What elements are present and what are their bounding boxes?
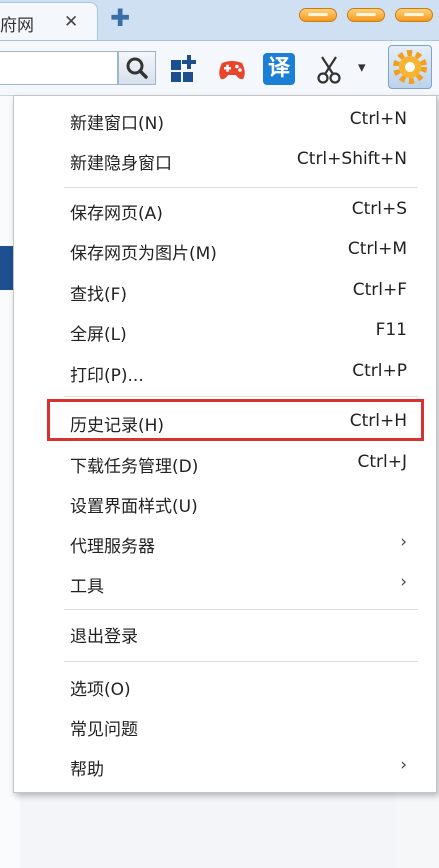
menu-item-fullscreen[interactable]: 全屏(L) F11 [70,315,407,347]
menu-item-print[interactable]: 打印(P)... Ctrl+P [70,356,407,388]
chevron-right-icon: › [400,755,407,775]
menu-item-label: 保存网页为图片(M) [70,244,217,264]
menu-item-label: 下载任务管理(D) [70,457,199,477]
menu-separator [64,187,418,188]
menu-separator [64,396,418,397]
chevron-right-icon: › [400,532,407,552]
address-bar[interactable] [0,51,118,85]
chevron-right-icon: › [400,572,407,592]
tab-strip: 府网 ✕ ✚ [0,0,439,41]
new-tab-icon[interactable]: ✚ [110,4,130,32]
settings-button[interactable] [388,45,432,89]
apps-plus-icon[interactable] [168,53,200,85]
menu-item-tools[interactable]: 工具 › [70,567,407,599]
menu-item-shortcut: Ctrl+Shift+N [296,149,407,169]
menu-item-label: 退出登录 [70,627,138,647]
menu-item-shortcut: F11 [375,320,407,340]
menu-item-find[interactable]: 查找(F) Ctrl+F [70,275,407,307]
menu-item-label: 帮助 [70,760,104,780]
menu-item-download-manager[interactable]: 下载任务管理(D) Ctrl+J [70,447,407,479]
menu-item-logout[interactable]: 退出登录 [70,617,407,649]
menu-item-label: 常见问题 [70,720,138,740]
menu-item-label: 保存网页(A) [70,204,163,224]
menu-item-label: 代理服务器 [70,537,155,557]
tab-close-icon[interactable]: ✕ [64,12,78,32]
menu-item-new-window[interactable]: 新建窗口(N) Ctrl+N [70,104,407,136]
menu-separator [64,661,418,662]
toolbar: 译 ▾ [0,41,439,96]
close-window-button[interactable] [395,8,433,22]
chevron-down-icon[interactable]: ▾ [358,58,366,76]
menu-item-label: 选项(O) [70,680,131,700]
menu-item-proxy-server[interactable]: 代理服务器 › [70,527,407,559]
menu-item-shortcut: Ctrl+S [351,199,407,219]
tab-title: 府网 [0,16,34,36]
menu-item-help[interactable]: 帮助 › [70,750,407,782]
menu-separator [64,609,418,610]
maximize-button[interactable] [347,8,385,22]
scissors-icon[interactable] [313,53,345,85]
translate-icon[interactable]: 译 [263,53,295,85]
page-blue-block [0,246,14,290]
menu-item-label: 全屏(L) [70,325,127,345]
history-highlight-box [47,399,424,441]
menu-item-save-page[interactable]: 保存网页(A) Ctrl+S [70,194,407,226]
main-menu: 新建窗口(N) Ctrl+N 新建隐身窗口 Ctrl+Shift+N 保存网页(… [13,95,437,793]
menu-item-label: 新建隐身窗口 [70,154,172,174]
menu-item-shortcut: Ctrl+F [352,280,407,300]
search-icon [126,57,148,79]
menu-item-shortcut: Ctrl+M [347,239,407,259]
game-controller-icon[interactable] [216,53,248,85]
gear-icon [393,50,427,84]
menu-item-shortcut: Ctrl+J [357,452,407,472]
menu-item-new-incognito-window[interactable]: 新建隐身窗口 Ctrl+Shift+N [70,144,407,176]
menu-item-shortcut: Ctrl+N [349,109,407,129]
menu-item-shortcut: Ctrl+P [352,361,407,381]
menu-item-label: 设置界面样式(U) [70,497,198,517]
menu-item-interface-style[interactable]: 设置界面样式(U) [70,487,407,519]
menu-item-label: 打印(P)... [70,366,144,386]
menu-item-label: 新建窗口(N) [70,114,164,134]
menu-item-options[interactable]: 选项(O) [70,670,407,702]
menu-item-label: 查找(F) [70,285,128,305]
browser-tab[interactable]: 府网 ✕ [0,2,98,40]
menu-item-save-page-as-image[interactable]: 保存网页为图片(M) Ctrl+M [70,234,407,266]
search-button[interactable] [118,51,156,85]
menu-item-label: 工具 [70,577,104,597]
menu-item-faq[interactable]: 常见问题 [70,710,407,742]
minimize-button[interactable] [299,8,337,22]
